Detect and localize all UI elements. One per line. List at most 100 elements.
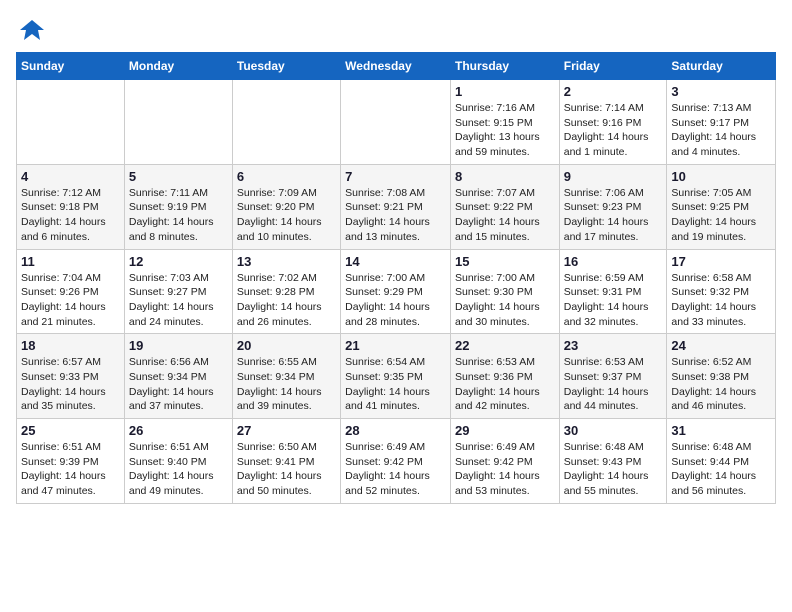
day-number: 22 bbox=[455, 338, 555, 353]
calendar-cell: 4 Sunrise: 7:12 AM Sunset: 9:18 PM Daylig… bbox=[17, 164, 125, 249]
week-row-1: 1 Sunrise: 7:16 AM Sunset: 9:15 PM Daylig… bbox=[17, 80, 776, 165]
calendar-cell: 30 Sunrise: 6:48 AM Sunset: 9:43 PM Dayli… bbox=[559, 419, 667, 504]
day-number: 20 bbox=[237, 338, 336, 353]
page-header bbox=[16, 16, 776, 44]
day-info: Sunrise: 6:55 AM Sunset: 9:34 PM Dayligh… bbox=[237, 355, 336, 414]
calendar-cell: 6Sunrise: 7:09 AM Sunset: 9:20 PM Daylig… bbox=[232, 164, 340, 249]
calendar-body: 1 Sunrise: 7:16 AM Sunset: 9:15 PM Daylig… bbox=[17, 80, 776, 504]
calendar-cell: 5 Sunrise: 7:11 AM Sunset: 9:19 PM Daylig… bbox=[124, 164, 232, 249]
calendar-cell: 23Sunrise: 6:53 AM Sunset: 9:37 PM Dayli… bbox=[559, 334, 667, 419]
calendar-cell: 17 Sunrise: 6:58 AM Sunset: 9:32 PM Dayli… bbox=[667, 249, 776, 334]
day-info: Sunrise: 6:56 AM Sunset: 9:34 PM Dayligh… bbox=[129, 355, 228, 414]
calendar-cell: 3Sunrise: 7:13 AM Sunset: 9:17 PM Daylig… bbox=[667, 80, 776, 165]
day-number: 14 bbox=[345, 254, 446, 269]
day-number: 1 bbox=[455, 84, 555, 99]
day-number: 17 bbox=[671, 254, 771, 269]
calendar-cell: 28 Sunrise: 6:49 AM Sunset: 9:42 PM Dayli… bbox=[341, 419, 451, 504]
day-info: Sunrise: 7:02 AM Sunset: 9:28 PM Dayligh… bbox=[237, 271, 336, 330]
calendar-cell bbox=[341, 80, 451, 165]
day-number: 2 bbox=[564, 84, 663, 99]
day-info: Sunrise: 7:06 AM Sunset: 9:23 PM Dayligh… bbox=[564, 186, 663, 245]
day-info: Sunrise: 7:00 AM Sunset: 9:30 PM Dayligh… bbox=[455, 271, 555, 330]
day-number: 7 bbox=[345, 169, 446, 184]
day-number: 16 bbox=[564, 254, 663, 269]
day-number: 28 bbox=[345, 423, 446, 438]
column-header-friday: Friday bbox=[559, 53, 667, 80]
logo-bird-icon bbox=[18, 16, 46, 44]
day-number: 11 bbox=[21, 254, 120, 269]
day-info: Sunrise: 6:50 AM Sunset: 9:41 PM Dayligh… bbox=[237, 440, 336, 499]
calendar-cell: 19Sunrise: 6:56 AM Sunset: 9:34 PM Dayli… bbox=[124, 334, 232, 419]
day-info: Sunrise: 6:49 AM Sunset: 9:42 PM Dayligh… bbox=[455, 440, 555, 499]
day-info: Sunrise: 7:00 AM Sunset: 9:29 PM Dayligh… bbox=[345, 271, 446, 330]
week-row-2: 4 Sunrise: 7:12 AM Sunset: 9:18 PM Daylig… bbox=[17, 164, 776, 249]
calendar-cell: 18 Sunrise: 6:57 AM Sunset: 9:33 PM Dayli… bbox=[17, 334, 125, 419]
day-number: 15 bbox=[455, 254, 555, 269]
day-number: 23 bbox=[564, 338, 663, 353]
calendar-cell: 7 Sunrise: 7:08 AM Sunset: 9:21 PM Daylig… bbox=[341, 164, 451, 249]
calendar-cell: 12 Sunrise: 7:03 AM Sunset: 9:27 PM Dayli… bbox=[124, 249, 232, 334]
calendar-cell: 27Sunrise: 6:50 AM Sunset: 9:41 PM Dayli… bbox=[232, 419, 340, 504]
calendar-cell bbox=[17, 80, 125, 165]
day-info: Sunrise: 7:11 AM Sunset: 9:19 PM Dayligh… bbox=[129, 186, 228, 245]
day-info: Sunrise: 6:51 AM Sunset: 9:40 PM Dayligh… bbox=[129, 440, 228, 499]
calendar-cell: 9Sunrise: 7:06 AM Sunset: 9:23 PM Daylig… bbox=[559, 164, 667, 249]
day-number: 21 bbox=[345, 338, 446, 353]
calendar-cell: 21 Sunrise: 6:54 AM Sunset: 9:35 PM Dayli… bbox=[341, 334, 451, 419]
calendar-cell bbox=[124, 80, 232, 165]
day-info: Sunrise: 6:51 AM Sunset: 9:39 PM Dayligh… bbox=[21, 440, 120, 499]
calendar-table: SundayMondayTuesdayWednesdayThursdayFrid… bbox=[16, 52, 776, 504]
calendar-header-row: SundayMondayTuesdayWednesdayThursdayFrid… bbox=[17, 53, 776, 80]
calendar-cell: 11 Sunrise: 7:04 AM Sunset: 9:26 PM Dayli… bbox=[17, 249, 125, 334]
calendar-cell: 15 Sunrise: 7:00 AM Sunset: 9:30 PM Dayli… bbox=[450, 249, 559, 334]
column-header-saturday: Saturday bbox=[667, 53, 776, 80]
calendar-cell: 29 Sunrise: 6:49 AM Sunset: 9:42 PM Dayli… bbox=[450, 419, 559, 504]
day-info: Sunrise: 6:58 AM Sunset: 9:32 PM Dayligh… bbox=[671, 271, 771, 330]
day-number: 30 bbox=[564, 423, 663, 438]
column-header-tuesday: Tuesday bbox=[232, 53, 340, 80]
week-row-4: 18 Sunrise: 6:57 AM Sunset: 9:33 PM Dayli… bbox=[17, 334, 776, 419]
logo bbox=[16, 16, 46, 44]
day-info: Sunrise: 6:48 AM Sunset: 9:44 PM Dayligh… bbox=[671, 440, 771, 499]
day-number: 26 bbox=[129, 423, 228, 438]
calendar-cell: 14 Sunrise: 7:00 AM Sunset: 9:29 PM Dayli… bbox=[341, 249, 451, 334]
day-info: Sunrise: 6:48 AM Sunset: 9:43 PM Dayligh… bbox=[564, 440, 663, 499]
calendar-cell: 16 Sunrise: 6:59 AM Sunset: 9:31 PM Dayli… bbox=[559, 249, 667, 334]
column-header-thursday: Thursday bbox=[450, 53, 559, 80]
day-info: Sunrise: 7:12 AM Sunset: 9:18 PM Dayligh… bbox=[21, 186, 120, 245]
day-info: Sunrise: 7:03 AM Sunset: 9:27 PM Dayligh… bbox=[129, 271, 228, 330]
calendar-cell: 25Sunrise: 6:51 AM Sunset: 9:39 PM Dayli… bbox=[17, 419, 125, 504]
calendar-cell: 24 Sunrise: 6:52 AM Sunset: 9:38 PM Dayli… bbox=[667, 334, 776, 419]
calendar-cell: 2 Sunrise: 7:14 AM Sunset: 9:16 PM Daylig… bbox=[559, 80, 667, 165]
day-info: Sunrise: 6:54 AM Sunset: 9:35 PM Dayligh… bbox=[345, 355, 446, 414]
column-header-sunday: Sunday bbox=[17, 53, 125, 80]
calendar-cell: 31 Sunrise: 6:48 AM Sunset: 9:44 PM Dayli… bbox=[667, 419, 776, 504]
day-info: Sunrise: 7:04 AM Sunset: 9:26 PM Dayligh… bbox=[21, 271, 120, 330]
calendar-cell bbox=[232, 80, 340, 165]
day-number: 18 bbox=[21, 338, 120, 353]
day-info: Sunrise: 6:52 AM Sunset: 9:38 PM Dayligh… bbox=[671, 355, 771, 414]
day-info: Sunrise: 7:14 AM Sunset: 9:16 PM Dayligh… bbox=[564, 101, 663, 160]
day-info: Sunrise: 6:57 AM Sunset: 9:33 PM Dayligh… bbox=[21, 355, 120, 414]
calendar-cell: 1 Sunrise: 7:16 AM Sunset: 9:15 PM Daylig… bbox=[450, 80, 559, 165]
day-number: 29 bbox=[455, 423, 555, 438]
day-info: Sunrise: 6:59 AM Sunset: 9:31 PM Dayligh… bbox=[564, 271, 663, 330]
day-number: 31 bbox=[671, 423, 771, 438]
day-info: Sunrise: 7:07 AM Sunset: 9:22 PM Dayligh… bbox=[455, 186, 555, 245]
week-row-3: 11 Sunrise: 7:04 AM Sunset: 9:26 PM Dayli… bbox=[17, 249, 776, 334]
day-info: Sunrise: 7:08 AM Sunset: 9:21 PM Dayligh… bbox=[345, 186, 446, 245]
column-header-monday: Monday bbox=[124, 53, 232, 80]
calendar-cell: 13 Sunrise: 7:02 AM Sunset: 9:28 PM Dayli… bbox=[232, 249, 340, 334]
day-info: Sunrise: 7:16 AM Sunset: 9:15 PM Dayligh… bbox=[455, 101, 555, 160]
day-info: Sunrise: 6:49 AM Sunset: 9:42 PM Dayligh… bbox=[345, 440, 446, 499]
calendar-cell: 20 Sunrise: 6:55 AM Sunset: 9:34 PM Dayli… bbox=[232, 334, 340, 419]
day-number: 12 bbox=[129, 254, 228, 269]
week-row-5: 25Sunrise: 6:51 AM Sunset: 9:39 PM Dayli… bbox=[17, 419, 776, 504]
day-number: 10 bbox=[671, 169, 771, 184]
day-number: 24 bbox=[671, 338, 771, 353]
column-header-wednesday: Wednesday bbox=[341, 53, 451, 80]
day-number: 13 bbox=[237, 254, 336, 269]
day-number: 4 bbox=[21, 169, 120, 184]
calendar-cell: 26 Sunrise: 6:51 AM Sunset: 9:40 PM Dayli… bbox=[124, 419, 232, 504]
day-number: 5 bbox=[129, 169, 228, 184]
